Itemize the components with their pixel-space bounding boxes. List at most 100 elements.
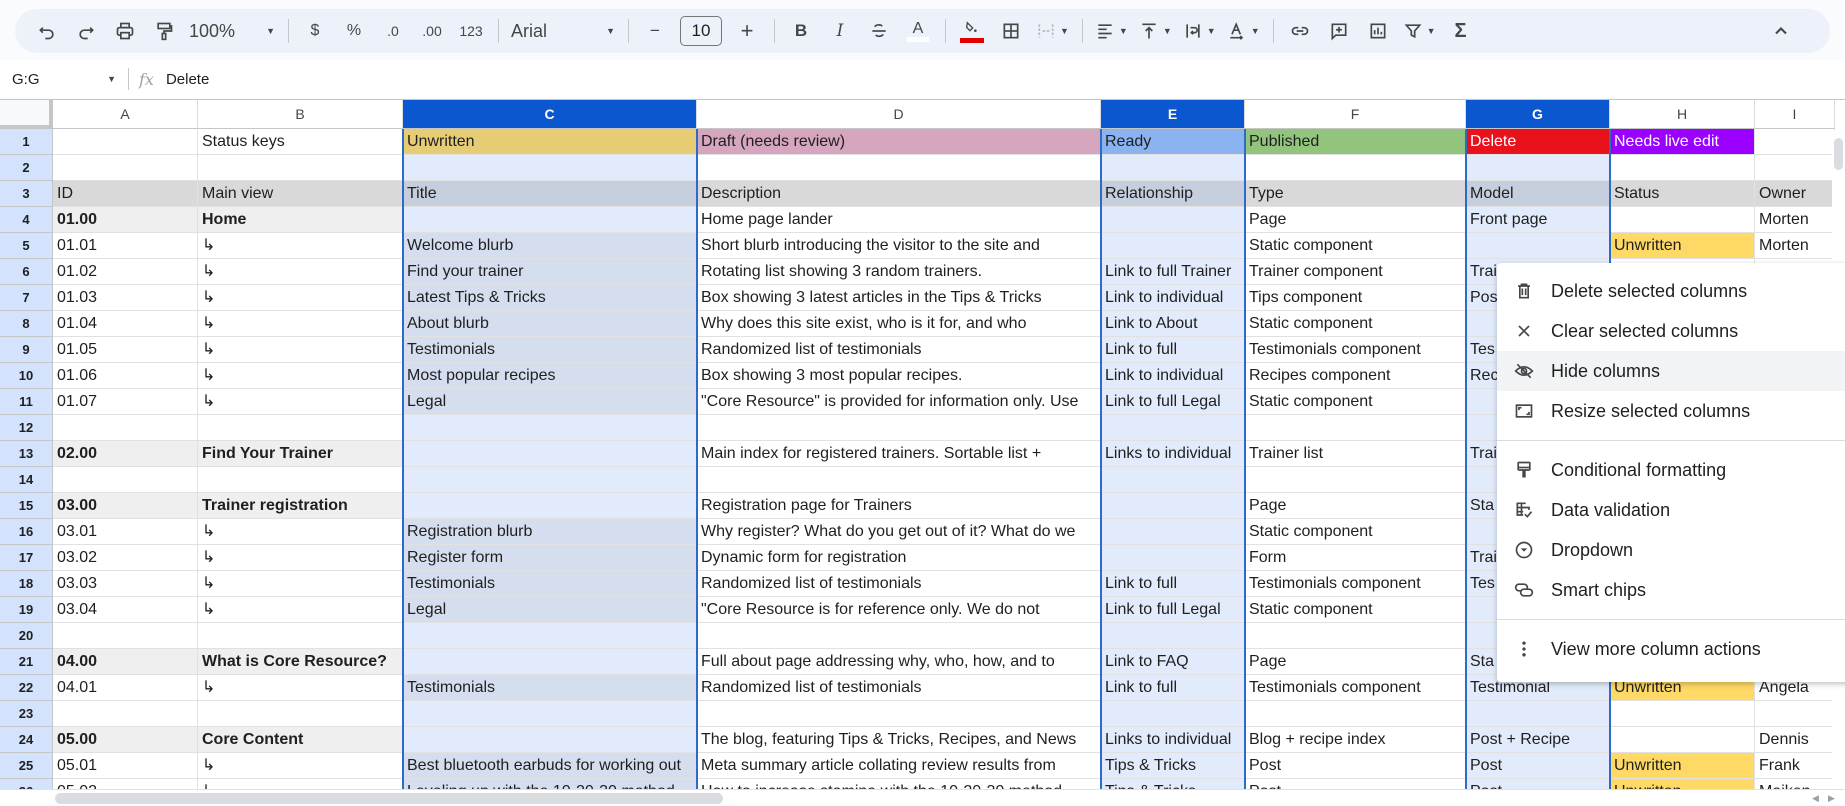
- filter-button[interactable]: ▼: [1403, 17, 1436, 45]
- cell-c25[interactable]: Best bluetooth earbuds for working out: [403, 753, 697, 779]
- font-family-select[interactable]: Arial ▼: [511, 17, 615, 45]
- row-header[interactable]: 3: [0, 181, 53, 207]
- cell-a14[interactable]: [53, 467, 198, 493]
- cell-c12[interactable]: [403, 415, 697, 441]
- cell-e24[interactable]: Links to individual: [1101, 727, 1245, 753]
- insert-link-button[interactable]: [1286, 17, 1314, 45]
- cell-c24[interactable]: [403, 727, 697, 753]
- cell-g3[interactable]: Model: [1466, 181, 1610, 207]
- cell-b22[interactable]: ↳: [198, 675, 403, 701]
- cell-d8[interactable]: Why does this site exist, who is it for,…: [697, 311, 1101, 337]
- scroll-left-icon[interactable]: ◀: [1812, 793, 1819, 804]
- print-button[interactable]: [111, 17, 139, 45]
- cell-b24[interactable]: Core Content: [198, 727, 403, 753]
- cell-g24[interactable]: Post + Recipe: [1466, 727, 1610, 753]
- cell-c22[interactable]: Testimonials: [403, 675, 697, 701]
- cell-h3[interactable]: Status: [1610, 181, 1755, 207]
- cell-b18[interactable]: ↳: [198, 571, 403, 597]
- cell-c20[interactable]: [403, 623, 697, 649]
- cell-f10[interactable]: Recipes component: [1245, 363, 1466, 389]
- cell-a19[interactable]: 03.04: [53, 597, 198, 623]
- cell-g5[interactable]: [1466, 233, 1610, 259]
- row-header[interactable]: 21: [0, 649, 53, 675]
- menu-item-smart-chips[interactable]: Smart chips: [1497, 570, 1845, 610]
- cell-g23[interactable]: [1466, 701, 1610, 727]
- cell-f8[interactable]: Static component: [1245, 311, 1466, 337]
- cell-a22[interactable]: 04.01: [53, 675, 198, 701]
- row-header[interactable]: 9: [0, 337, 53, 363]
- column-header-a[interactable]: A: [53, 100, 198, 129]
- cell-e22[interactable]: Link to full: [1101, 675, 1245, 701]
- cell-d18[interactable]: Randomized list of testimonials: [697, 571, 1101, 597]
- cell-f6[interactable]: Trainer component: [1245, 259, 1466, 285]
- column-header-i[interactable]: I: [1755, 100, 1835, 129]
- cell-b16[interactable]: ↳: [198, 519, 403, 545]
- row-header[interactable]: 18: [0, 571, 53, 597]
- cell-a20[interactable]: [53, 623, 198, 649]
- cell-a11[interactable]: 01.07: [53, 389, 198, 415]
- cell-a8[interactable]: 01.04: [53, 311, 198, 337]
- row-header[interactable]: 17: [0, 545, 53, 571]
- text-wrap-button[interactable]: ▼: [1183, 17, 1216, 45]
- cell-b7[interactable]: ↳: [198, 285, 403, 311]
- cell-i5[interactable]: Morten: [1755, 233, 1835, 259]
- row-header[interactable]: 5: [0, 233, 53, 259]
- insert-comment-button[interactable]: [1325, 17, 1353, 45]
- cell-c2[interactable]: [403, 155, 697, 181]
- cell-e18[interactable]: Link to full: [1101, 571, 1245, 597]
- cell-f5[interactable]: Static component: [1245, 233, 1466, 259]
- cell-a3[interactable]: ID: [53, 181, 198, 207]
- currency-format-button[interactable]: $: [301, 17, 329, 45]
- cell-d15[interactable]: Registration page for Trainers: [697, 493, 1101, 519]
- column-header-e[interactable]: E: [1101, 100, 1245, 129]
- cell-f3[interactable]: Type: [1245, 181, 1466, 207]
- cell-h23[interactable]: [1610, 701, 1755, 727]
- cell-d11[interactable]: "Core Resource" is provided for informat…: [697, 389, 1101, 415]
- row-header[interactable]: 26: [0, 779, 53, 789]
- cell-b26[interactable]: ↳: [198, 779, 403, 789]
- cell-h2[interactable]: [1610, 155, 1755, 181]
- horizontal-scrollbar[interactable]: ◀ ▶: [0, 789, 1845, 806]
- menu-item-view-more-column-actions[interactable]: View more column actions: [1497, 629, 1845, 669]
- row-header[interactable]: 20: [0, 623, 53, 649]
- bold-button[interactable]: B: [787, 17, 815, 45]
- cell-d22[interactable]: Randomized list of testimonials: [697, 675, 1101, 701]
- cell-f19[interactable]: Static component: [1245, 597, 1466, 623]
- cell-e2[interactable]: [1101, 155, 1245, 181]
- decrease-font-size-button[interactable]: −: [641, 17, 669, 45]
- cell-b20[interactable]: [198, 623, 403, 649]
- horizontal-scrollbar-thumb[interactable]: [55, 793, 723, 804]
- cell-f23[interactable]: [1245, 701, 1466, 727]
- cell-c18[interactable]: Testimonials: [403, 571, 697, 597]
- cell-b11[interactable]: ↳: [198, 389, 403, 415]
- cell-a26[interactable]: 05.02: [53, 779, 198, 789]
- cell-f1[interactable]: Published: [1245, 129, 1466, 155]
- cell-c11[interactable]: Legal: [403, 389, 697, 415]
- row-header[interactable]: 8: [0, 311, 53, 337]
- cell-h26[interactable]: Unwritten: [1610, 779, 1755, 789]
- cell-f14[interactable]: [1245, 467, 1466, 493]
- cell-b23[interactable]: [198, 701, 403, 727]
- cell-d12[interactable]: [697, 415, 1101, 441]
- cell-e13[interactable]: Links to individual: [1101, 441, 1245, 467]
- zoom-select[interactable]: 100% ▼: [189, 17, 275, 45]
- insert-chart-button[interactable]: [1364, 17, 1392, 45]
- cell-e15[interactable]: [1101, 493, 1245, 519]
- functions-button[interactable]: Σ: [1447, 17, 1475, 45]
- cell-i3[interactable]: Owner: [1755, 181, 1835, 207]
- cell-c8[interactable]: About blurb: [403, 311, 697, 337]
- row-header[interactable]: 4: [0, 207, 53, 233]
- cell-d24[interactable]: The blog, featuring Tips & Tricks, Recip…: [697, 727, 1101, 753]
- cell-b13[interactable]: Find Your Trainer: [198, 441, 403, 467]
- cell-a23[interactable]: [53, 701, 198, 727]
- cell-b5[interactable]: ↳: [198, 233, 403, 259]
- column-header-h[interactable]: H: [1610, 100, 1755, 129]
- cell-e19[interactable]: Link to full Legal: [1101, 597, 1245, 623]
- cell-c16[interactable]: Registration blurb: [403, 519, 697, 545]
- cell-e20[interactable]: [1101, 623, 1245, 649]
- cell-c3[interactable]: Title: [403, 181, 697, 207]
- cell-b6[interactable]: ↳: [198, 259, 403, 285]
- row-header[interactable]: 19: [0, 597, 53, 623]
- cell-b19[interactable]: ↳: [198, 597, 403, 623]
- cell-h4[interactable]: [1610, 207, 1755, 233]
